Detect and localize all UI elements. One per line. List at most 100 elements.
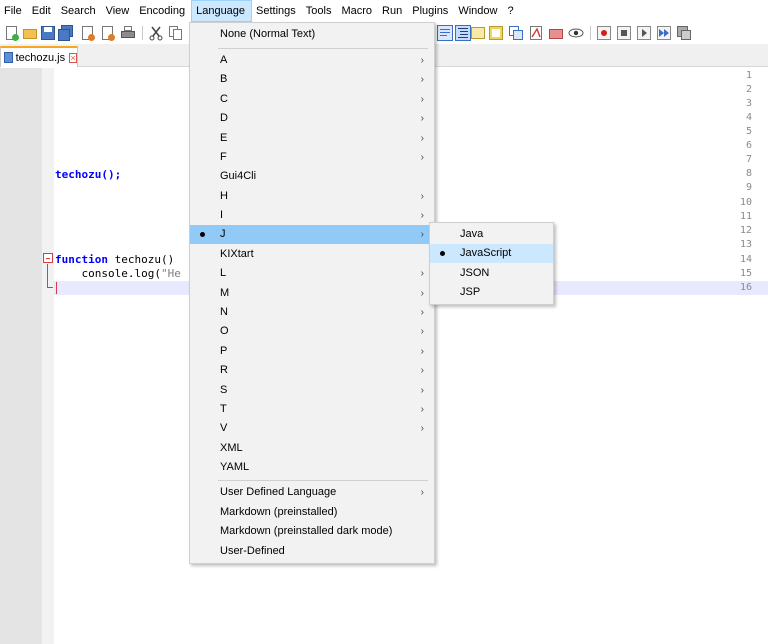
menu-search[interactable]: Search	[57, 0, 102, 22]
line-number-gutter	[0, 68, 42, 644]
menu-item-d[interactable]: D ›	[190, 109, 434, 128]
menu-item-label: B	[220, 73, 228, 85]
menu-item-label: S	[220, 384, 228, 396]
submenu-arrow-icon: ›	[420, 423, 424, 434]
menu-plugins[interactable]: Plugins	[408, 0, 454, 22]
submenu-arrow-icon: ›	[420, 74, 424, 85]
menu-view[interactable]: View	[102, 0, 136, 22]
menu-item-label: C	[220, 93, 228, 105]
menu-item-e[interactable]: E ›	[190, 129, 434, 148]
menu-item-label: KIXtart	[220, 248, 254, 260]
menu-item-o[interactable]: O ›	[190, 322, 434, 341]
eye-icon[interactable]	[568, 25, 584, 41]
menu-window[interactable]: Window	[454, 0, 503, 22]
fold-end	[47, 287, 53, 288]
menu-item-p[interactable]: P ›	[190, 342, 434, 361]
save-all-icon[interactable]	[58, 25, 74, 41]
menu-tools[interactable]: Tools	[302, 0, 338, 22]
menu-item-c[interactable]: C ›	[190, 90, 434, 109]
copy-icon[interactable]	[168, 25, 184, 41]
menu-item-f[interactable]: F ›	[190, 148, 434, 167]
menu-item-none[interactable]: None (Normal Text)	[190, 25, 434, 44]
menu-settings[interactable]: Settings	[252, 0, 302, 22]
tab-label: techozu.js	[15, 51, 66, 64]
menu-item-r[interactable]: R ›	[190, 361, 434, 380]
text-caret	[56, 282, 57, 294]
folder-red-icon[interactable]	[548, 25, 564, 41]
menu-item-label: O	[220, 325, 229, 337]
tab-techozu-js[interactable]: techozu.js ×	[0, 46, 78, 67]
menu-item-l[interactable]: L ›	[190, 264, 434, 283]
code-line-15[interactable]: console.log("He	[55, 267, 181, 281]
menu-item-user-defined[interactable]: User-Defined	[190, 542, 434, 561]
submenu-item-jsp[interactable]: JSP	[430, 283, 553, 302]
function-list-icon[interactable]	[488, 25, 504, 41]
close-all-icon[interactable]	[100, 25, 116, 41]
menu-item-v[interactable]: V ›	[190, 419, 434, 438]
menu-item-user-defined-language[interactable]: User Defined Language ›	[190, 483, 434, 502]
cut-icon[interactable]	[148, 25, 164, 41]
run-macro-multiple-icon[interactable]	[656, 25, 672, 41]
menu-item-markdown[interactable]: Markdown (preinstalled)	[190, 503, 434, 522]
menu-item-xml[interactable]: XML	[190, 439, 434, 458]
submenu-item-javascript[interactable]: JavaScript	[430, 244, 553, 263]
menu-item-yaml[interactable]: YAML	[190, 458, 434, 477]
open-folder-icon[interactable]	[22, 25, 38, 41]
submenu-arrow-icon: ›	[420, 210, 424, 221]
submenu-arrow-icon: ›	[420, 55, 424, 66]
code-string: "He	[160, 267, 181, 280]
record-macro-icon[interactable]	[596, 25, 612, 41]
folder-workspace-icon[interactable]	[508, 25, 524, 41]
menu-file[interactable]: File	[0, 0, 28, 22]
menu-separator	[218, 480, 428, 481]
menu-macro[interactable]: Macro	[337, 0, 378, 22]
fold-toggle-icon[interactable]	[43, 253, 53, 263]
print-icon[interactable]	[120, 25, 136, 41]
close-tab-icon[interactable]: ×	[69, 52, 77, 63]
menu-item-m[interactable]: M ›	[190, 284, 434, 303]
new-file-icon[interactable]	[4, 25, 20, 41]
playback-icon[interactable]	[636, 25, 652, 41]
menu-item-j[interactable]: J ›	[190, 225, 434, 244]
menu-item-i[interactable]: I ›	[190, 206, 434, 225]
line-number: 7	[745, 154, 752, 165]
word-wrap-icon[interactable]	[437, 25, 453, 41]
menu-item-label: P	[220, 345, 228, 357]
code-text: console.log(	[55, 267, 161, 280]
line-number: 15	[739, 268, 752, 279]
menu-item-kixtart[interactable]: KIXtart	[190, 245, 434, 264]
menu-item-b[interactable]: B ›	[190, 70, 434, 89]
menu-item-label: E	[220, 132, 228, 144]
menu-edit[interactable]: Edit	[28, 0, 57, 22]
menu-item-label: YAML	[220, 461, 250, 473]
stop-record-icon[interactable]	[616, 25, 632, 41]
line-number: 13	[739, 239, 752, 250]
save-macro-icon[interactable]	[676, 25, 692, 41]
close-icon[interactable]	[80, 25, 96, 41]
menu-item-markdown-dark[interactable]: Markdown (preinstalled dark mode)	[190, 522, 434, 541]
submenu-item-java[interactable]: Java	[430, 225, 553, 244]
menu-item-gui4cli[interactable]: Gui4Cli	[190, 167, 434, 186]
menu-item-s[interactable]: S ›	[190, 381, 434, 400]
submenu-arrow-icon: ›	[420, 326, 424, 337]
submenu-arrow-icon: ›	[420, 346, 424, 357]
menu-item-h[interactable]: H ›	[190, 187, 434, 206]
line-number: 9	[745, 182, 752, 193]
fold-margin	[42, 68, 54, 644]
doc-map-icon[interactable]	[470, 25, 486, 41]
menu-run[interactable]: Run	[378, 0, 408, 22]
menu-item-t[interactable]: T ›	[190, 400, 434, 419]
monitoring-icon[interactable]	[528, 25, 544, 41]
code-line-8[interactable]: techozu();	[55, 168, 121, 182]
menu-encoding[interactable]: Encoding	[135, 0, 191, 22]
indent-guide-icon[interactable]	[455, 25, 471, 41]
menu-language[interactable]: Language	[191, 0, 253, 22]
menu-item-n[interactable]: N ›	[190, 303, 434, 322]
menu-item-label: User Defined Language	[220, 486, 337, 498]
save-icon[interactable]	[40, 25, 56, 41]
menu-help[interactable]: ?	[503, 0, 519, 22]
line-number: 6	[745, 140, 752, 151]
submenu-item-json[interactable]: JSON	[430, 264, 553, 283]
menu-item-a[interactable]: A ›	[190, 51, 434, 70]
code-line-14[interactable]: function techozu()	[55, 253, 174, 267]
